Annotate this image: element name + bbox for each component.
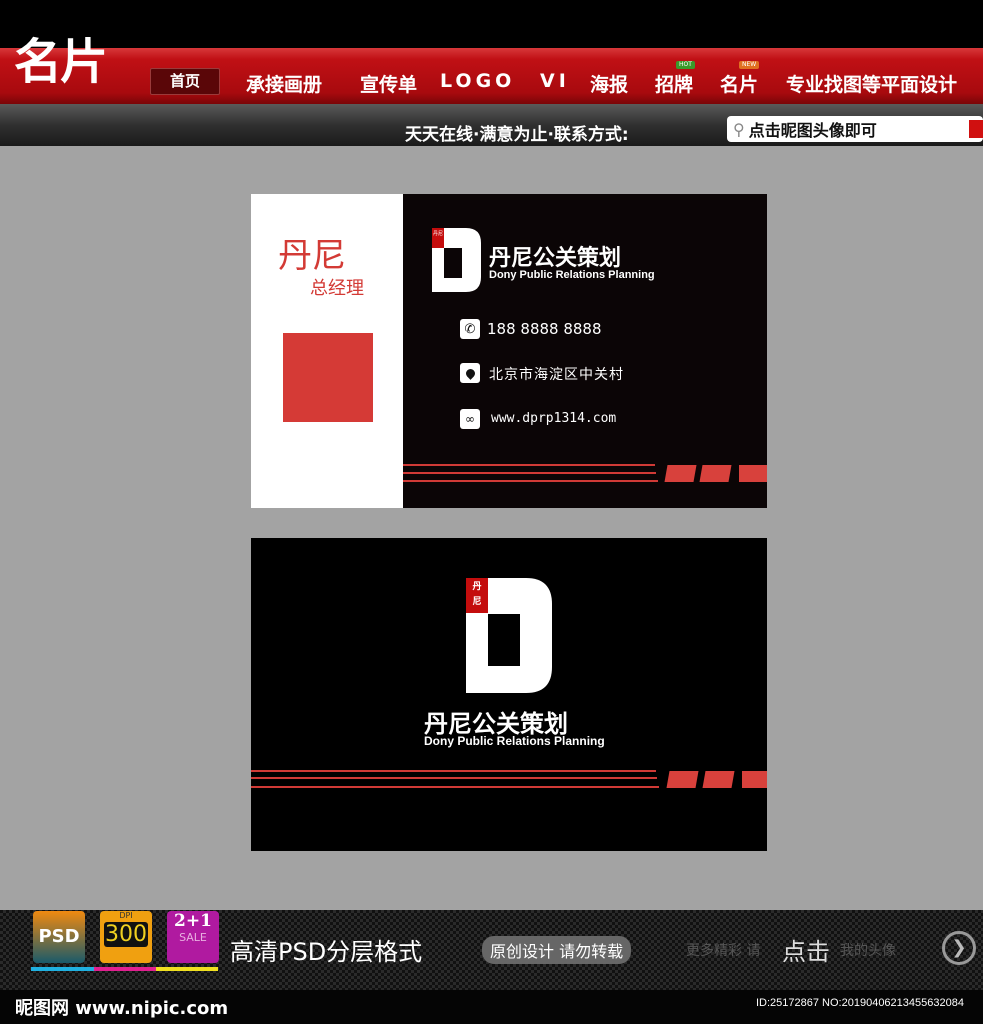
search-button[interactable] <box>969 120 983 138</box>
photo-placeholder <box>283 333 373 422</box>
site-name[interactable]: 昵图网 www.nipic.com <box>15 994 228 1020</box>
notice: 原创设计 请勿转载 <box>482 936 632 964</box>
hot-badge: HOT <box>676 61 695 69</box>
cyan-bar <box>31 967 94 971</box>
phone: 188 8888 8888 <box>487 320 602 338</box>
nav-item[interactable]: 名片 <box>720 70 758 97</box>
sale-label: SALE <box>179 931 207 944</box>
nav-home[interactable]: 首页 <box>150 68 220 95</box>
top-bar <box>0 0 983 48</box>
image-id: ID:25172867 NO:20190406213455632084 <box>756 997 964 1009</box>
stripe-block <box>739 465 767 482</box>
next-arrow-icon[interactable]: ❯ <box>942 931 976 965</box>
search-text: 点击昵图头像即可 <box>748 121 877 140</box>
click-text[interactable]: 点击 <box>782 932 830 967</box>
stripe-block <box>666 771 699 788</box>
stripe-block <box>699 465 732 482</box>
d-logo-icon <box>432 228 481 292</box>
site-logo: 名片 <box>14 34 108 90</box>
sale-top: 2+1 <box>174 911 212 931</box>
nav-item[interactable]: 专业找图等平面设计 <box>786 70 957 97</box>
stripe-line <box>251 786 659 788</box>
stripe-block <box>702 771 735 788</box>
stripe-line <box>251 777 657 779</box>
nav-item[interactable]: 海报 <box>590 70 628 97</box>
seal-text: 丹尼 <box>472 582 482 607</box>
dpi-label: DPI <box>119 911 133 920</box>
stripe-line <box>251 770 656 772</box>
dpi-badge: DPI 300 <box>100 911 152 963</box>
avatar-text: 我的头像 <box>840 943 896 959</box>
search-icon: ⚲ <box>733 119 745 139</box>
nav-item[interactable]: VI <box>540 70 570 92</box>
slogan: 天天在线·满意为止·联系方式: <box>405 125 629 145</box>
link-icon: ∞ <box>460 409 480 429</box>
headline: 高清PSD分层格式 <box>230 938 423 966</box>
psd-badge: PSD <box>33 911 85 963</box>
stripe-line <box>403 480 658 482</box>
stripe-block <box>664 465 697 482</box>
nav-item[interactable]: LOGO <box>440 70 515 92</box>
search-box[interactable]: ⚲ 点击昵图头像即可 <box>727 116 983 142</box>
sale-badge: 2+1 SALE <box>167 911 219 963</box>
stripe-block <box>742 771 767 788</box>
new-badge: NEW <box>739 61 760 69</box>
seal-text: 丹尼 <box>433 231 444 237</box>
dpi-value: 300 <box>104 922 148 947</box>
phone-icon: ✆ <box>460 319 480 339</box>
company-en: Dony Public Relations Planning <box>424 734 605 748</box>
company-cn: 丹尼公关策划 <box>489 246 622 271</box>
stripe-line <box>403 472 656 474</box>
nav-item[interactable]: 承接画册 <box>246 70 322 97</box>
magenta-bar <box>94 967 156 971</box>
yellow-bar <box>156 967 218 971</box>
more-text: 更多精彩 请 <box>686 943 761 959</box>
website: www.dprp1314.com <box>491 411 617 426</box>
person-title: 总经理 <box>310 278 364 299</box>
person-name: 丹尼 <box>278 236 346 276</box>
address: 北京市海淀区中关村 <box>489 367 624 383</box>
company-en: Dony Public Relations Planning <box>489 269 655 281</box>
stripe-line <box>403 464 655 466</box>
nav-item[interactable]: 宣传单 <box>360 70 417 97</box>
location-icon <box>460 363 480 383</box>
nav-item[interactable]: 招牌 <box>655 70 693 97</box>
